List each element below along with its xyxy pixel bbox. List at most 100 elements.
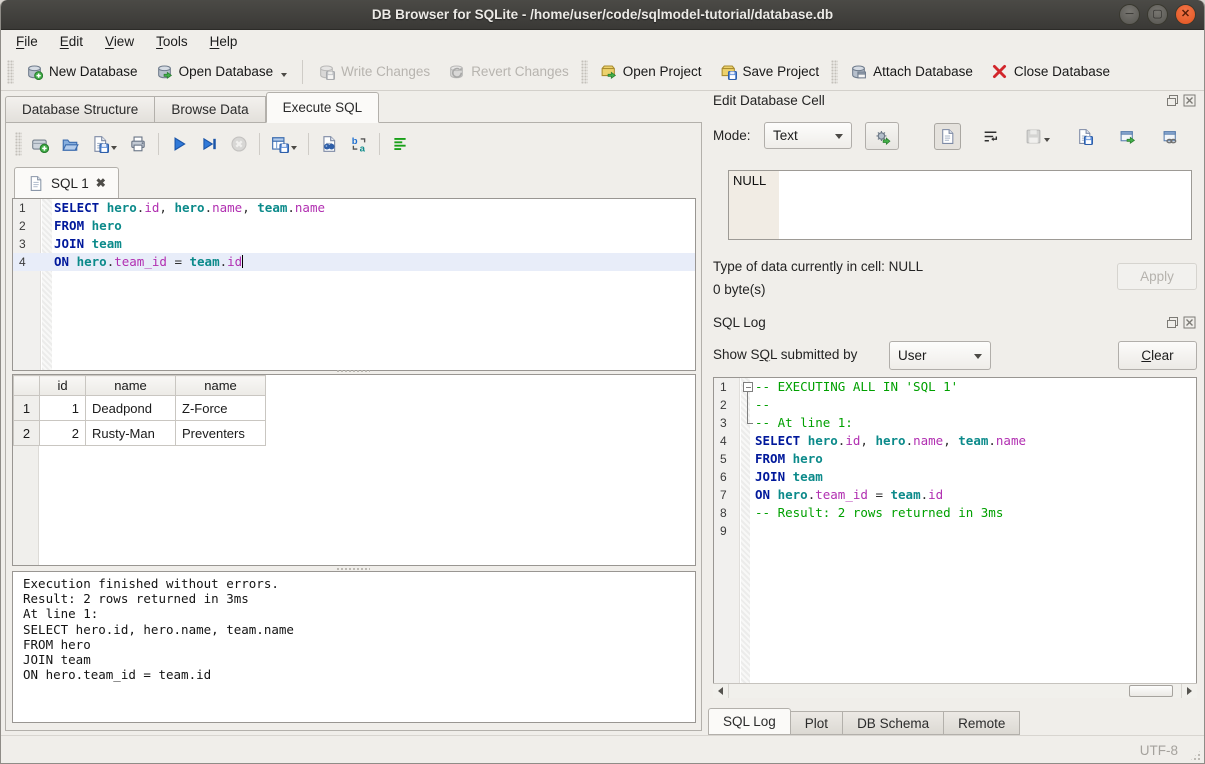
- toolbar-button-label: Write Changes: [341, 64, 430, 79]
- toolbar-handle[interactable]: [15, 132, 22, 156]
- import-data-button[interactable]: [1020, 123, 1055, 150]
- toolbar-button-label: Revert Changes: [471, 64, 569, 79]
- new-database-button[interactable]: New Database: [17, 58, 147, 85]
- find-button[interactable]: [314, 132, 344, 156]
- table-row: 22Rusty-ManPreventers: [14, 421, 266, 446]
- table-cell[interactable]: 2: [40, 421, 86, 446]
- column-header[interactable]: name: [176, 376, 266, 396]
- close-button[interactable]: ✕: [1175, 4, 1196, 25]
- open-external-button[interactable]: [1114, 123, 1141, 150]
- code-text: -- At line 1:: [755, 414, 853, 432]
- toolbar-handle[interactable]: [581, 60, 588, 84]
- dock-tab-remote[interactable]: Remote: [944, 711, 1020, 735]
- menu-tools[interactable]: Tools: [145, 32, 199, 51]
- line-number: 3: [714, 414, 741, 432]
- replace-button[interactable]: ba: [344, 132, 374, 156]
- tab-close-icon[interactable]: ✖: [96, 176, 106, 190]
- menu-view[interactable]: View: [94, 32, 145, 51]
- save-results-button[interactable]: [265, 132, 303, 156]
- float-panel-icon[interactable]: [1166, 94, 1179, 107]
- scrollbar-thumb[interactable]: [1129, 685, 1173, 697]
- text-mode-button[interactable]: [934, 123, 961, 150]
- sql-editor[interactable]: 1SELECT hero.id, hero.name, team.name2FR…: [12, 198, 696, 371]
- column-header[interactable]: id: [40, 376, 86, 396]
- maximize-button[interactable]: ▢: [1147, 4, 1168, 25]
- column-header[interactable]: name: [86, 376, 176, 396]
- print-button[interactable]: [123, 132, 153, 156]
- dock-tab-sql-log[interactable]: SQL Log: [708, 708, 791, 735]
- float-panel-icon[interactable]: [1166, 316, 1179, 329]
- resize-grip[interactable]: [1189, 749, 1202, 762]
- toolbar-button-label: New Database: [49, 64, 138, 79]
- format-sql-button[interactable]: [385, 132, 415, 156]
- sql-file-tab[interactable]: SQL 1 ✖: [14, 167, 119, 198]
- close-database-button[interactable]: Close Database: [982, 58, 1119, 85]
- chevron-down-icon: [835, 134, 843, 139]
- tab-execute-sql[interactable]: Execute SQL: [266, 92, 380, 123]
- code-text: -- EXECUTING ALL IN 'SQL 1': [755, 378, 958, 396]
- write-changes-button[interactable]: Write Changes: [309, 58, 439, 85]
- toolbar-handle[interactable]: [831, 60, 838, 84]
- new-tab-button[interactable]: [25, 132, 55, 156]
- tab-browse-data[interactable]: Browse Data: [155, 96, 265, 123]
- scroll-left-button[interactable]: [713, 684, 729, 698]
- tab-database-structure[interactable]: Database Structure: [5, 96, 155, 123]
- word-wrap-button[interactable]: [977, 123, 1004, 150]
- open-database-icon: [156, 63, 173, 80]
- row-header[interactable]: 2: [14, 421, 40, 446]
- fold-marker[interactable]: [741, 378, 755, 396]
- dock-tab-plot[interactable]: Plot: [791, 711, 843, 735]
- close-panel-icon[interactable]: [1183, 94, 1196, 107]
- toolbar-handle[interactable]: [7, 60, 14, 84]
- revert-changes-button[interactable]: Revert Changes: [439, 58, 578, 85]
- auto-apply-button[interactable]: [865, 122, 899, 150]
- cell-value: NULL: [729, 171, 779, 239]
- show-sql-select[interactable]: User: [889, 341, 991, 370]
- open-database-button[interactable]: Open Database: [147, 58, 297, 85]
- fold-marker: [42, 199, 54, 217]
- menu-file[interactable]: File: [5, 32, 49, 51]
- minimize-button[interactable]: ─: [1119, 4, 1140, 25]
- open-sql-file-button[interactable]: [55, 132, 85, 156]
- scroll-right-button[interactable]: [1181, 684, 1197, 698]
- row-header[interactable]: 1: [14, 396, 40, 421]
- fold-marker[interactable]: [741, 414, 755, 432]
- menu-edit[interactable]: Edit: [49, 32, 94, 51]
- close-panel-icon[interactable]: [1183, 316, 1196, 329]
- mode-select[interactable]: Text: [764, 122, 852, 149]
- save-sql-file-button[interactable]: [85, 132, 123, 156]
- table-cell[interactable]: Deadpond: [86, 396, 176, 421]
- corner-header[interactable]: [14, 376, 40, 396]
- table-cell[interactable]: Z-Force: [176, 396, 266, 421]
- splitter-handle[interactable]: [336, 369, 370, 373]
- fold-marker: [741, 468, 755, 486]
- results-grid: idnamename11DeadpondZ-Force22Rusty-ManPr…: [12, 374, 696, 566]
- toolbar-button-label: Save Project: [743, 64, 820, 79]
- set-null-button[interactable]: [1200, 123, 1205, 150]
- export-data-button[interactable]: [1071, 123, 1098, 150]
- line-number: 1: [13, 199, 42, 217]
- write-changes-icon: [318, 63, 335, 80]
- dock-tab-db-schema[interactable]: DB Schema: [843, 711, 944, 735]
- copy-link-icon: [1162, 128, 1179, 145]
- open-project-button[interactable]: Open Project: [591, 58, 711, 85]
- cell-value-editor[interactable]: NULL: [728, 170, 1192, 240]
- attach-database-button[interactable]: Attach Database: [841, 58, 982, 85]
- clear-log-button[interactable]: Clear: [1118, 341, 1197, 370]
- title-bar[interactable]: DB Browser for SQLite - /home/user/code/…: [1, 0, 1204, 30]
- fold-marker[interactable]: [741, 396, 755, 414]
- menu-help[interactable]: Help: [199, 32, 249, 51]
- table-cell[interactable]: 1: [40, 396, 86, 421]
- apply-button[interactable]: Apply: [1117, 263, 1197, 290]
- copy-link-button[interactable]: [1157, 123, 1184, 150]
- execute-all-button[interactable]: [164, 132, 194, 156]
- save-project-button[interactable]: Save Project: [711, 58, 829, 85]
- table-cell[interactable]: Rusty-Man: [86, 421, 176, 446]
- stop-button[interactable]: [224, 132, 254, 156]
- table-cell[interactable]: Preventers: [176, 421, 266, 446]
- code-text: ON hero.team_id = team.id: [755, 486, 943, 504]
- new-tab-icon: [31, 135, 49, 153]
- window-title: DB Browser for SQLite - /home/user/code/…: [372, 7, 833, 22]
- execute-line-button[interactable]: [194, 132, 224, 156]
- horizontal-scrollbar[interactable]: [713, 683, 1197, 698]
